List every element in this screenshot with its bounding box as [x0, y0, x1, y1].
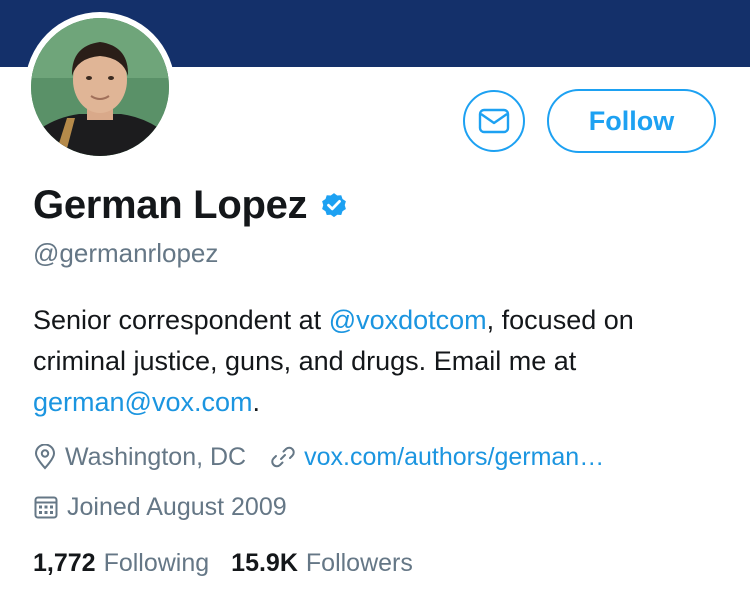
follow-button[interactable]: Follow [547, 89, 716, 153]
name-row: German Lopez [33, 178, 349, 232]
verified-badge-icon [319, 190, 349, 220]
bio-text: . [252, 387, 260, 417]
following-stat[interactable]: 1,772 Following [33, 549, 209, 578]
follow-button-label: Follow [588, 105, 675, 136]
mail-icon [478, 108, 510, 134]
following-label: Following [103, 548, 210, 577]
map-pin-icon [33, 444, 57, 470]
avatar-frame[interactable] [25, 12, 175, 162]
followers-label: Followers [305, 548, 413, 577]
bio-text: Senior correspondent at [33, 305, 329, 335]
link-icon [270, 444, 296, 470]
followers-stat[interactable]: 15.9K Followers [231, 549, 413, 578]
calendar-icon [33, 494, 59, 520]
bio: Senior correspondent at @voxdotcom, focu… [33, 300, 733, 423]
joined-row: Joined August 2009 [33, 490, 287, 524]
handle: @germanrlopez [33, 238, 219, 268]
following-count: 1,772 [33, 548, 96, 577]
bio-mention-link[interactable]: @voxdotcom [329, 305, 487, 335]
avatar[interactable] [31, 18, 169, 156]
follow-stats: 1,772 Following 15.9K Followers [33, 546, 413, 580]
joined-text: Joined August 2009 [67, 492, 287, 521]
website-link[interactable]: vox.com/authors/german… [304, 443, 604, 472]
message-button[interactable] [463, 90, 525, 152]
display-name: German Lopez [33, 182, 308, 227]
location-text: Washington, DC [65, 442, 247, 471]
avatar-photo [31, 18, 169, 156]
followers-count: 15.9K [231, 548, 298, 577]
bio-email-link[interactable]: german@vox.com [33, 387, 252, 417]
profile-meta: Washington, DC vox.com/authors/german… [33, 440, 604, 474]
